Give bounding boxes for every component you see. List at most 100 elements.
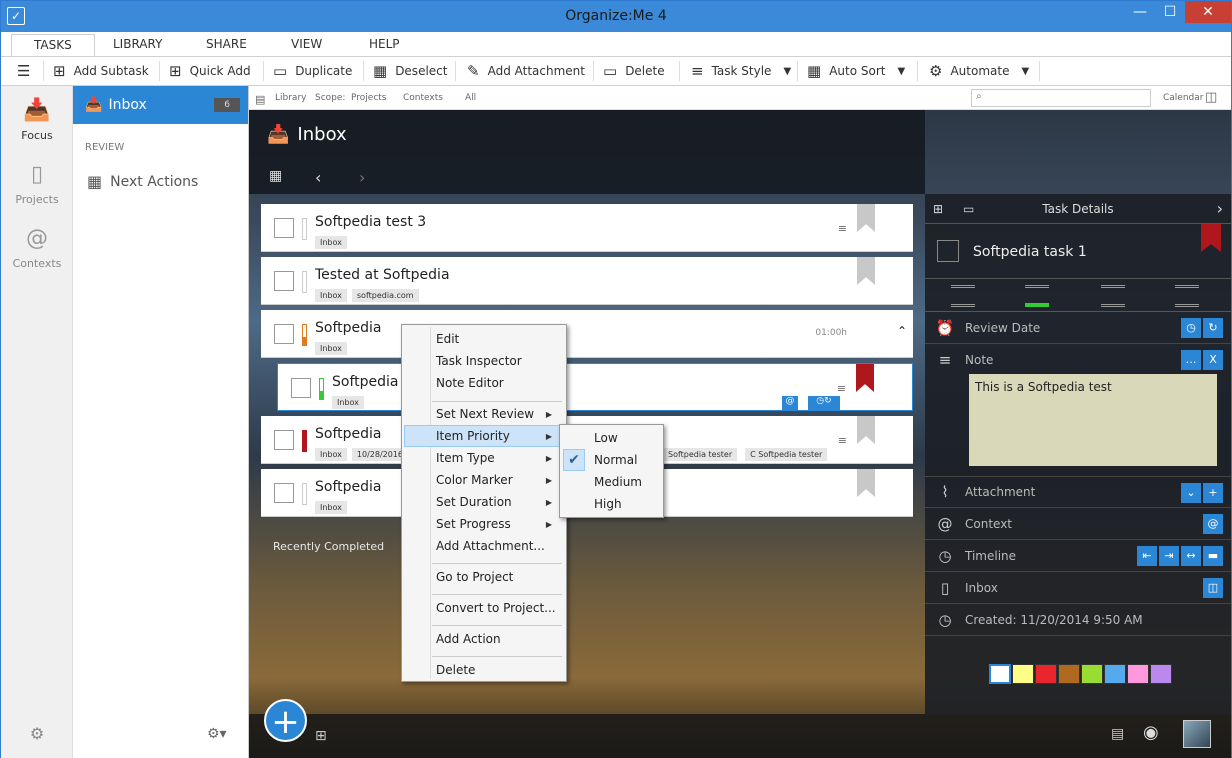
span-icon[interactable]: ↔: [1181, 546, 1201, 566]
flag-icon[interactable]: [857, 469, 875, 497]
gear-dropdown-icon[interactable]: ⚙▾: [207, 726, 227, 742]
recently-completed-label[interactable]: Recently Completed: [273, 540, 384, 553]
nav-focus[interactable]: 📥 Focus: [1, 98, 73, 142]
details-task-name[interactable]: Softpedia task 1: [973, 244, 1087, 260]
timeline-row[interactable]: ◷ Timeline ⇤ ⇥ ↔ ▬: [925, 540, 1231, 572]
list-view-button[interactable]: ☰: [17, 57, 38, 85]
scope-library[interactable]: Library: [275, 93, 306, 103]
priority-high-icon[interactable]: [1175, 285, 1199, 307]
auto-sort-button[interactable]: ▦ Auto Sort ▼: [807, 57, 905, 85]
task-row-selected[interactable]: Softpedia ta Inbox ≡ @ ◷↻: [277, 363, 913, 411]
priority-medium-icon[interactable]: [1101, 285, 1125, 307]
project-row[interactable]: ▯ Inbox ◫: [925, 572, 1231, 604]
collapse-icon[interactable]: ⌃: [897, 324, 907, 338]
chevron-right-icon[interactable]: ›: [359, 168, 365, 187]
chevron-left-icon[interactable]: ‹: [315, 168, 321, 187]
menu-item-add-action[interactable]: Add Action: [436, 632, 501, 646]
quick-add-button[interactable]: ⊞ Quick Add: [169, 57, 251, 85]
menu-item-convert-to-project[interactable]: Convert to Project...: [436, 601, 556, 615]
menu-item-color-marker[interactable]: Color Marker: [436, 473, 513, 487]
attachment-row[interactable]: ⌇ Attachment ⌄ +: [925, 476, 1231, 508]
priority-option-low[interactable]: Low: [594, 431, 618, 445]
details-checkbox[interactable]: [937, 240, 959, 262]
color-swatch-purple[interactable]: [1150, 664, 1172, 684]
scope-contexts[interactable]: Contexts: [403, 93, 443, 103]
add-attachment-button[interactable]: ✎ Add Attachment: [467, 57, 585, 85]
task-checkbox[interactable]: [291, 378, 311, 398]
task-checkbox[interactable]: [274, 218, 294, 238]
start-icon[interactable]: ⇤: [1137, 546, 1157, 566]
priority-option-high[interactable]: High: [594, 497, 622, 511]
nav-contexts[interactable]: @ Contexts: [1, 226, 73, 270]
automate-button[interactable]: ⚙ Automate ▼: [929, 57, 1029, 85]
grid-view-icon[interactable]: ▦: [269, 168, 282, 184]
clock-icon[interactable]: ◷: [1181, 318, 1201, 338]
bar-icon[interactable]: ▬: [1203, 546, 1223, 566]
duplicate-icon[interactable]: ◫: [1203, 578, 1223, 598]
minimize-icon[interactable]: —: [1125, 1, 1155, 23]
search-input[interactable]: ⌕: [971, 89, 1151, 107]
menu-item-set-progress[interactable]: Set Progress: [436, 517, 511, 531]
color-swatch-green[interactable]: [1081, 664, 1103, 684]
menu-icon[interactable]: ≡: [838, 434, 847, 447]
menu-item-delete[interactable]: Delete: [436, 663, 475, 677]
tab-help[interactable]: HELP: [369, 37, 400, 51]
menu-item-note-editor[interactable]: Note Editor: [436, 376, 504, 390]
color-swatch-pink[interactable]: [1127, 664, 1149, 684]
add-subtask-icon[interactable]: ⊞: [933, 194, 943, 224]
panel-toggle-icon[interactable]: ◫: [1205, 90, 1217, 105]
user-icon[interactable]: ◉: [1143, 722, 1159, 743]
settings-icon[interactable]: ⚙: [1, 724, 73, 743]
duplicate-icon[interactable]: ▭: [963, 194, 974, 224]
repeat-icon[interactable]: ↻: [1203, 318, 1223, 338]
tab-tasks[interactable]: TASKS: [11, 34, 95, 57]
flag-icon[interactable]: [857, 204, 875, 232]
duplicate-button[interactable]: ▭ Duplicate: [273, 57, 352, 85]
background-thumbnail[interactable]: [1183, 720, 1211, 748]
timer-badge-icon[interactable]: ◷↻: [808, 396, 840, 410]
sidebar-item-next-actions[interactable]: ▦ Next Actions: [87, 172, 198, 191]
menu-item-item-type[interactable]: Item Type: [436, 451, 495, 465]
flag-icon[interactable]: [857, 416, 875, 444]
menu-item-set-duration[interactable]: Set Duration: [436, 495, 512, 509]
task-row[interactable]: Softpedia Inbox 01:00h ⌃: [261, 310, 913, 358]
context-badge-icon[interactable]: @: [782, 396, 798, 410]
add-task-button[interactable]: +: [264, 699, 307, 742]
add-subtask-button[interactable]: ⊞ Add Subtask: [53, 57, 149, 85]
news-icon[interactable]: ▤: [1111, 726, 1124, 742]
color-swatch-brown[interactable]: [1058, 664, 1080, 684]
color-swatch-white[interactable]: [989, 664, 1011, 684]
menu-item-go-to-project[interactable]: Go to Project: [436, 570, 513, 584]
color-swatch-yellow[interactable]: [1012, 664, 1034, 684]
menu-icon[interactable]: ≡: [838, 222, 847, 235]
tab-share[interactable]: SHARE: [206, 37, 247, 51]
context-row[interactable]: @ Context @: [925, 508, 1231, 540]
end-icon[interactable]: ⇥: [1159, 546, 1179, 566]
tab-view[interactable]: VIEW: [291, 37, 322, 51]
add-subtask-icon[interactable]: ⊞: [315, 728, 327, 744]
task-checkbox[interactable]: [274, 483, 294, 503]
task-checkbox[interactable]: [274, 271, 294, 291]
priority-option-medium[interactable]: Medium: [594, 475, 642, 489]
note-field[interactable]: This is a Softpedia test: [969, 374, 1217, 466]
priority-option-normal[interactable]: Normal: [594, 453, 637, 467]
color-swatch-blue[interactable]: [1104, 664, 1126, 684]
priority-normal-icon[interactable]: [1025, 285, 1049, 307]
sidebar-item-inbox[interactable]: 📥 Inbox 6: [73, 86, 248, 124]
flag-icon[interactable]: [857, 257, 875, 285]
menu-item-task-inspector[interactable]: Task Inspector: [436, 354, 522, 368]
nav-projects[interactable]: ▯ Projects: [1, 162, 73, 206]
task-style-button[interactable]: ≡ Task Style ▼: [691, 57, 791, 85]
chevron-down-icon[interactable]: ⌄: [1181, 483, 1201, 503]
menu-icon[interactable]: ≡: [837, 382, 846, 395]
task-row[interactable]: Softpedia test 3 Inbox ≡: [261, 204, 913, 252]
plus-icon[interactable]: +: [1203, 483, 1223, 503]
clear-icon[interactable]: X: [1203, 350, 1223, 370]
scope-projects[interactable]: Projects: [351, 93, 386, 103]
chevron-right-icon[interactable]: ›: [1217, 194, 1223, 224]
close-icon[interactable]: ✕: [1185, 1, 1231, 23]
task-row[interactable]: Tested at Softpedia Inbox softpedia.com: [261, 257, 913, 305]
tab-library[interactable]: LIBRARY: [113, 37, 162, 51]
scope-all[interactable]: All: [465, 93, 476, 103]
priority-low-icon[interactable]: [951, 285, 975, 307]
